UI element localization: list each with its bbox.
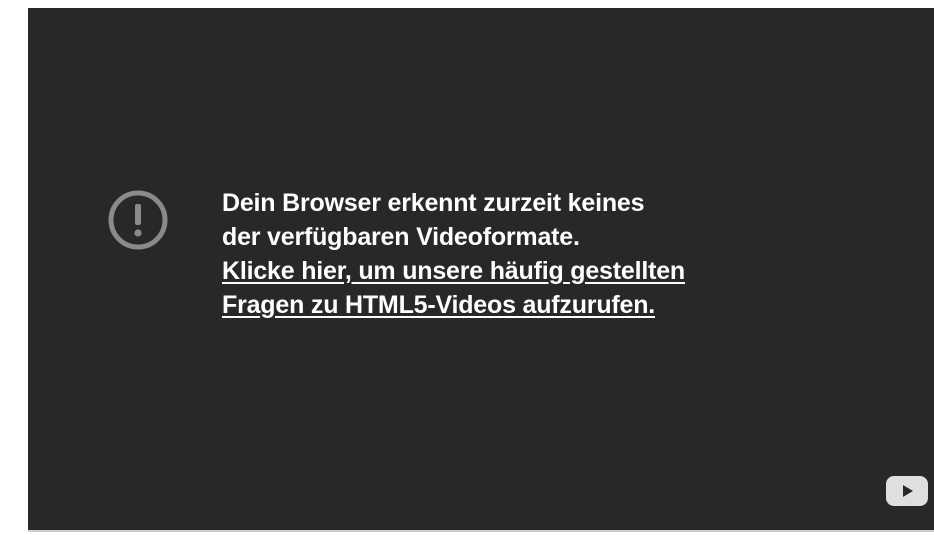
error-message: Dein Browser erkennt zurzeit keines der … <box>222 186 685 322</box>
faq-link-line-2[interactable]: Fragen zu HTML5-Videos aufzurufen. <box>222 288 685 322</box>
playback-error: Dein Browser erkennt zurzeit keines der … <box>106 186 685 322</box>
video-player[interactable]: Dein Browser erkennt zurzeit keines der … <box>28 8 934 532</box>
frame-bottom-border <box>28 530 934 532</box>
error-message-line-1: Dein Browser erkennt zurzeit keines <box>222 189 645 217</box>
exclamation-circle-icon <box>108 190 168 250</box>
html5-faq-link[interactable]: Klicke hier, um unsere häufig gestellten… <box>222 254 685 322</box>
faq-link-line-1[interactable]: Klicke hier, um unsere häufig gestellten <box>222 254 685 288</box>
error-message-line-2: der verfügbaren Videoformate. <box>222 223 580 251</box>
youtube-logo-icon[interactable] <box>886 476 928 506</box>
